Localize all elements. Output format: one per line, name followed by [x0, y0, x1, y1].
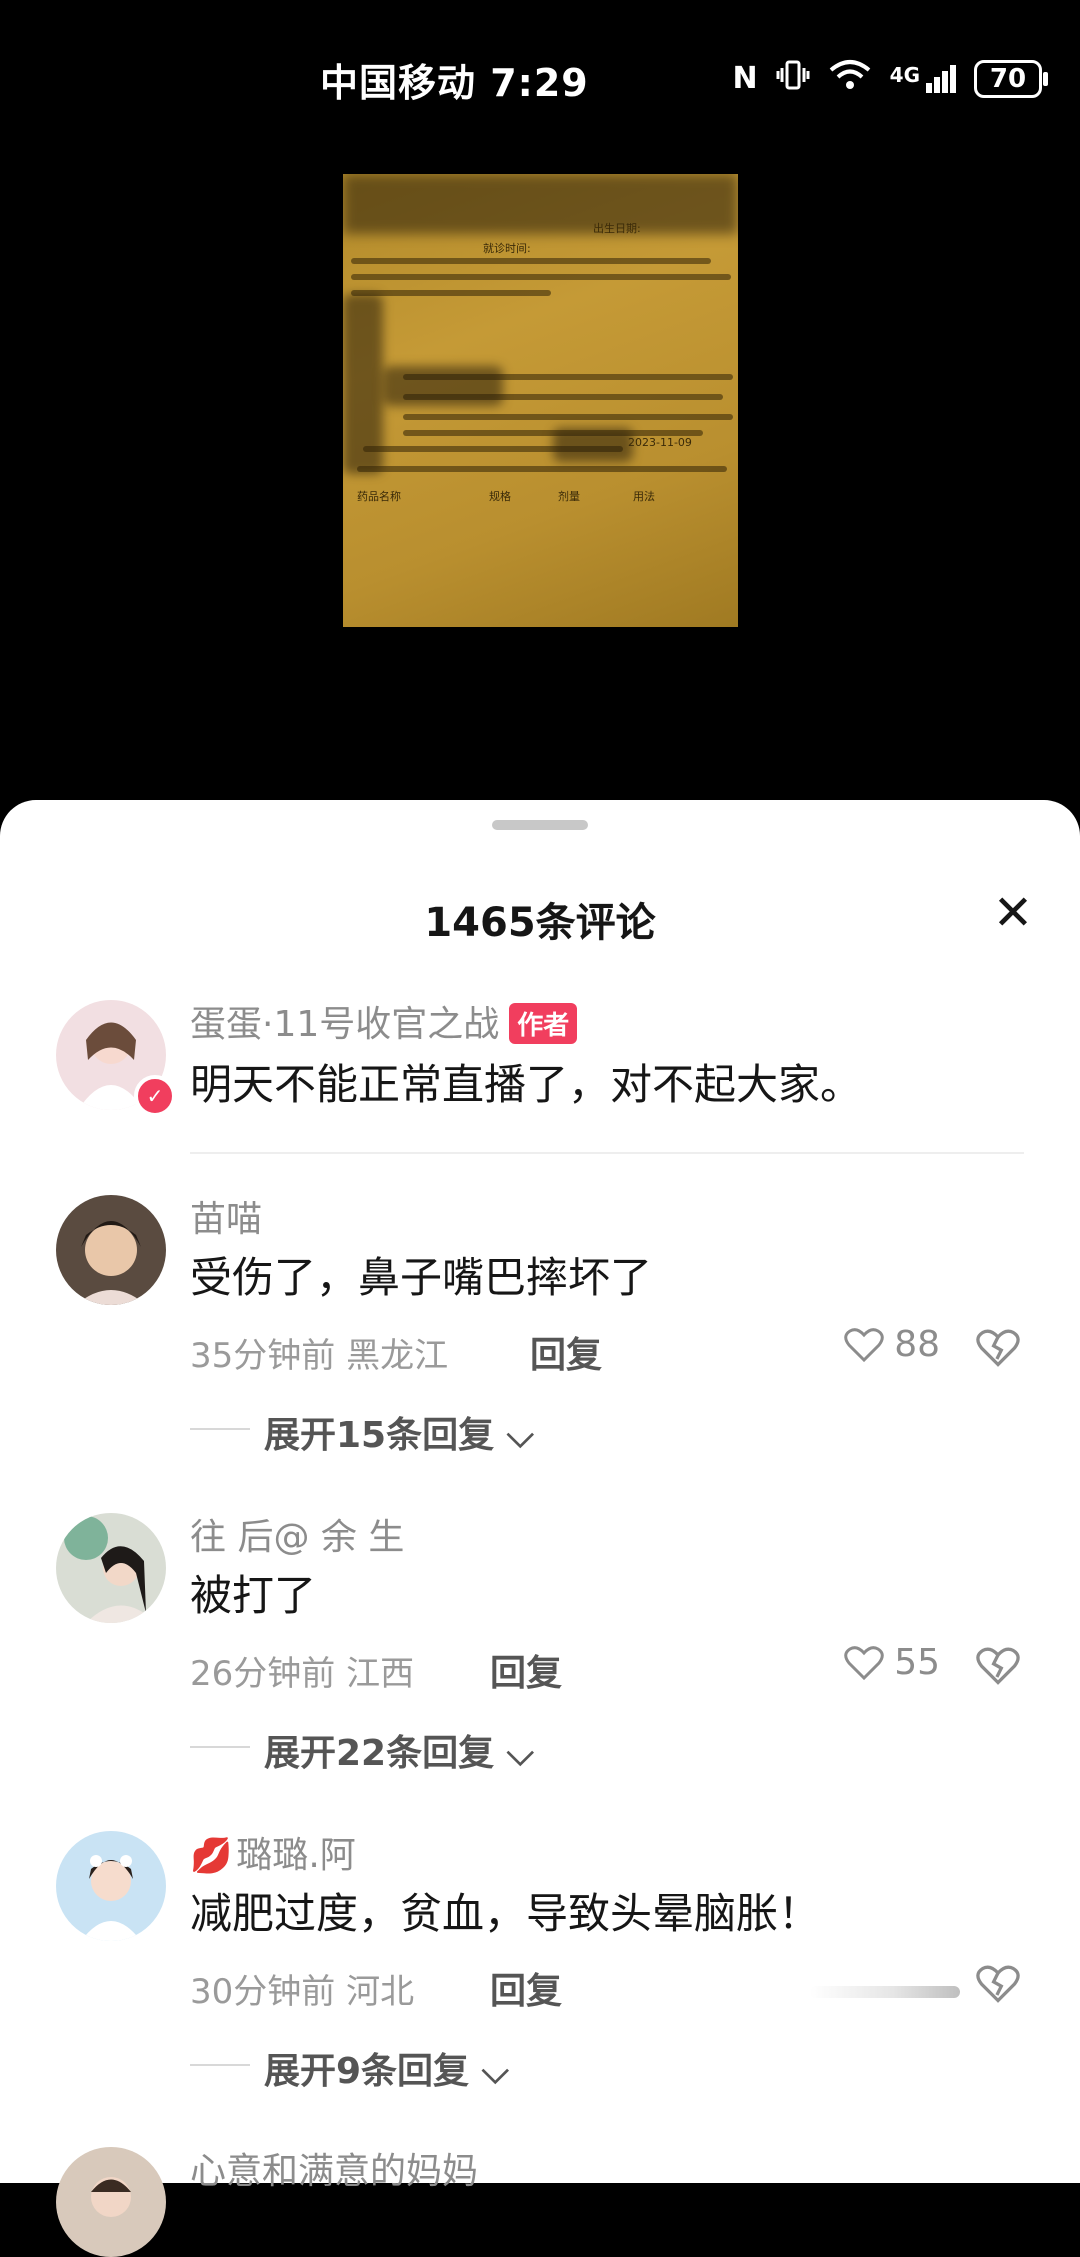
expand-replies-button[interactable]: 展开15条回复 ⌵: [264, 1406, 534, 1458]
doc-text-birth: 出生日期:: [593, 222, 641, 235]
battery-level: 70: [989, 64, 1027, 94]
expand-line: [190, 2064, 250, 2066]
broken-heart-icon[interactable]: [976, 1644, 1020, 1688]
blurred-area: [383, 366, 503, 406]
expand-line: [190, 1746, 250, 1748]
comment-username[interactable]: 苗喵: [190, 1190, 262, 1242]
comment-username[interactable]: 往 后@ 余 生: [190, 1508, 404, 1560]
drag-handle[interactable]: [492, 820, 588, 830]
comment-meta: 35分钟前 黑龙江: [190, 1328, 448, 1377]
like-count: 88: [894, 1324, 940, 1365]
vibrate-icon: [776, 58, 810, 100]
author-badge: 作者: [509, 1002, 578, 1044]
doc-line: [351, 258, 711, 264]
doc-text-dose: 剂量: [558, 490, 580, 503]
blurred-header: [343, 174, 738, 234]
comments-count-title: 1465条评论: [424, 900, 656, 946]
avatar[interactable]: [56, 1831, 166, 1941]
chevron-down-icon: ⌵: [506, 1733, 534, 1774]
comment-username[interactable]: 💋 璐璐.阿: [190, 1826, 356, 1878]
reply-button[interactable]: 回复: [490, 1962, 562, 2014]
expand-text: 展开15条回复: [264, 1415, 495, 1456]
doc-text-spec: 规格: [489, 490, 511, 503]
lips-icon: 💋: [190, 1836, 233, 1876]
network-type: 4G: [889, 63, 920, 87]
avatar[interactable]: [56, 2147, 166, 2257]
comment-time: 26分钟前: [190, 1654, 336, 1694]
doc-line: [357, 466, 727, 472]
heart-icon: [844, 1645, 884, 1680]
doc-text-usage: 用法: [633, 490, 655, 503]
expand-line: [190, 1428, 250, 1430]
comment-time: 30分钟前: [190, 1972, 336, 2012]
carrier-time: 中国移动 7:29: [320, 61, 589, 105]
reply-button[interactable]: 回复: [490, 1644, 562, 1696]
doc-text-visit-time: 就诊时间:: [483, 242, 531, 255]
doc-line: [351, 290, 551, 296]
like-button[interactable]: 88: [844, 1324, 940, 1365]
like-button[interactable]: 55: [844, 1642, 940, 1683]
username-text: 璐璐.阿: [236, 1835, 356, 1876]
comment-location: 河北: [346, 1972, 415, 2012]
divider: [190, 1152, 1024, 1154]
comment-text: 明天不能正常直播了，对不起大家。: [190, 1060, 863, 1109]
comment-location: 黑龙江: [346, 1336, 449, 1376]
wifi-icon: [828, 58, 872, 100]
expand-text: 展开22条回复: [264, 1733, 495, 1774]
comment-time: 35分钟前: [190, 1336, 336, 1376]
heart-icon: [844, 1327, 884, 1362]
doc-line: [403, 414, 733, 420]
avatar[interactable]: [56, 1513, 166, 1623]
reply-button[interactable]: 回复: [530, 1326, 602, 1378]
comment-text: 被打了: [190, 1571, 317, 1620]
expand-text: 展开9条回复: [264, 2051, 470, 2092]
comment-text: 减肥过度，贫血，导致头晕脑胀！: [190, 1889, 821, 1938]
broken-heart-icon[interactable]: [976, 1326, 1020, 1370]
expand-replies-button[interactable]: 展开9条回复 ⌵: [264, 2042, 509, 2094]
chevron-down-icon: ⌵: [506, 1415, 534, 1456]
doc-text-drug-name: 药品名称: [357, 490, 401, 503]
broken-heart-icon[interactable]: [976, 1962, 1020, 2006]
document-photo[interactable]: 出生日期: 就诊时间: 2023-11-09 规格 剂量 用法 药品名称: [343, 174, 738, 627]
doc-line: [351, 274, 731, 280]
status-bar: 中国移动 7:29 N 4G 70: [0, 0, 1080, 160]
username-text: 蛋蛋·11号收官之战: [190, 1004, 500, 1045]
chevron-down-icon: ⌵: [481, 2051, 509, 2092]
close-icon[interactable]: ✕: [988, 888, 1038, 938]
battery-icon: 70: [974, 60, 1048, 98]
like-count: 55: [894, 1642, 940, 1683]
comment-location: 江西: [346, 1654, 415, 1694]
verified-badge-icon: ✓: [134, 1075, 176, 1117]
comments-sheet: 1465条评论 ✕ ✓ 蛋蛋·11号收官之战 作者 明天不能正常直播了，对不起大家…: [0, 800, 1080, 2257]
redacted-like-area: [810, 1986, 960, 1998]
comment-username[interactable]: 蛋蛋·11号收官之战 作者: [190, 995, 578, 1047]
doc-text-date: 2023-11-09: [628, 436, 692, 449]
comment-text: 受伤了，鼻子嘴巴摔坏了: [190, 1253, 653, 1302]
expand-replies-button[interactable]: 展开22条回复 ⌵: [264, 1724, 534, 1776]
nfc-icon: N: [732, 61, 758, 96]
comment-meta: 30分钟前 河北: [190, 1964, 414, 2013]
avatar[interactable]: [56, 1195, 166, 1305]
comment-meta: 26分钟前 江西: [190, 1646, 414, 1695]
status-icons: N 4G 70: [732, 58, 1048, 100]
blurred-area: [553, 428, 633, 462]
cellular-signal-icon: 4G: [890, 65, 956, 93]
comment-username[interactable]: 心意和满意的妈妈: [190, 2142, 478, 2194]
